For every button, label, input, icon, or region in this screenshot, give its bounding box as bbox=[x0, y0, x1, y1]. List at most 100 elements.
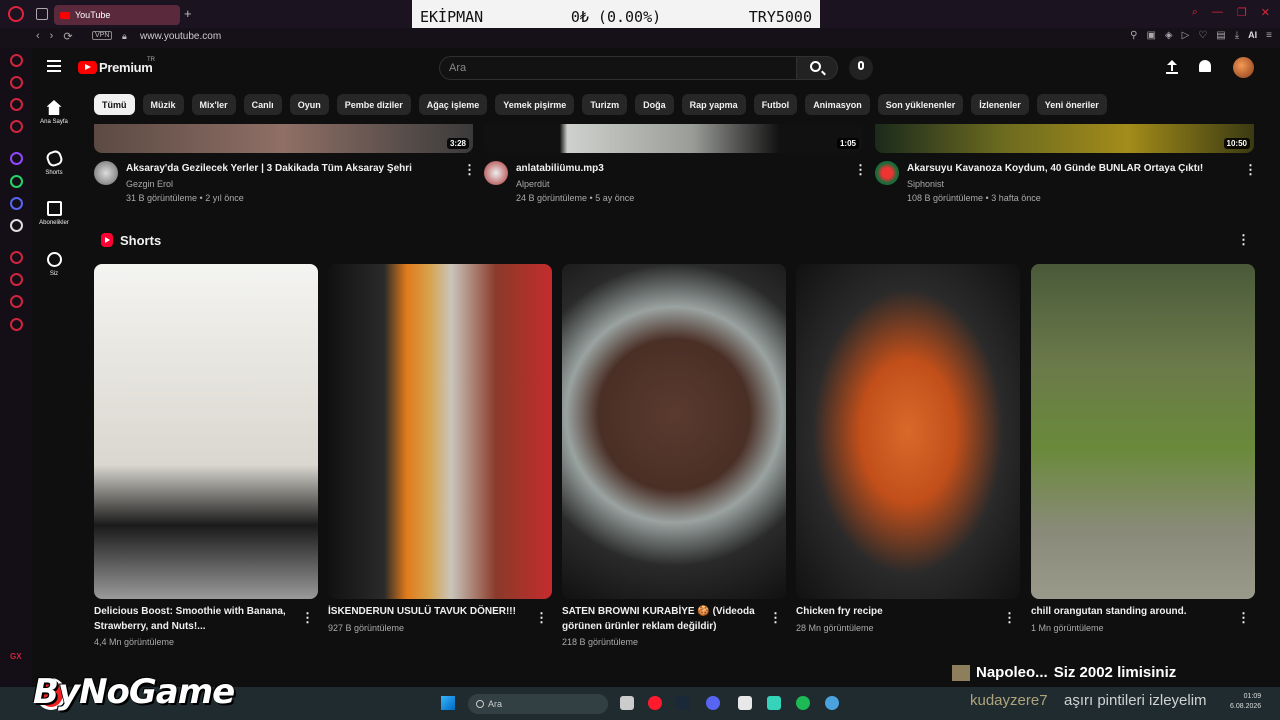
music-icon[interactable] bbox=[10, 251, 23, 264]
gx-corner-icon[interactable] bbox=[10, 120, 23, 133]
chip-oyun[interactable]: Oyun bbox=[289, 94, 329, 115]
chip-pembe-diziler[interactable]: Pembe diziler bbox=[336, 94, 411, 115]
app-icon[interactable] bbox=[738, 696, 752, 710]
avatar[interactable] bbox=[1233, 57, 1254, 78]
short-title[interactable]: Chicken fry recipe bbox=[796, 604, 996, 619]
lock-icon[interactable]: 🔒︎ bbox=[122, 31, 127, 42]
hamburger-menu-icon[interactable] bbox=[47, 60, 61, 72]
chip-rap-yapma[interactable]: Rap yapma bbox=[681, 94, 746, 115]
youtube-premium-label[interactable]: Premium bbox=[99, 60, 153, 75]
spotify-icon[interactable] bbox=[796, 696, 810, 710]
channel-avatar[interactable] bbox=[94, 161, 118, 185]
channel-avatar[interactable] bbox=[875, 161, 899, 185]
short-title[interactable]: Delicious Boost: Smoothie with Banana, S… bbox=[94, 604, 294, 634]
more-options-icon[interactable] bbox=[1244, 162, 1257, 178]
download-icon[interactable]: ⤓ bbox=[1235, 30, 1239, 41]
short-thumbnail[interactable] bbox=[796, 264, 1020, 599]
speed-dial-icon[interactable] bbox=[10, 54, 23, 67]
new-tab-button[interactable]: + bbox=[184, 6, 192, 21]
close-button[interactable]: ✕ bbox=[1261, 6, 1270, 19]
wallet-icon[interactable]: ▣ bbox=[1146, 30, 1155, 41]
back-button[interactable]: ‹ bbox=[36, 30, 40, 43]
heart-icon[interactable]: ♡ bbox=[1198, 30, 1207, 41]
taskbar-search-input[interactable]: Ara bbox=[468, 694, 608, 714]
shield-icon[interactable]: ◈ bbox=[1165, 30, 1173, 41]
shorts-more-icon[interactable] bbox=[1237, 232, 1250, 248]
microphone-icon[interactable] bbox=[858, 61, 864, 70]
taskbar-clock[interactable]: 01:09 6.08.2026 bbox=[1230, 692, 1261, 712]
chip-mixler[interactable]: Mix'ler bbox=[191, 94, 236, 115]
channel-name[interactable]: Alperdüt bbox=[516, 179, 550, 189]
discord-icon[interactable] bbox=[10, 197, 23, 210]
chip-agac-isleme[interactable]: Ağaç işleme bbox=[418, 94, 488, 115]
chip-muzik[interactable]: Müzik bbox=[142, 94, 184, 115]
extensions-icon[interactable] bbox=[10, 295, 23, 308]
short-thumbnail[interactable] bbox=[94, 264, 318, 599]
settings-icon[interactable] bbox=[10, 318, 23, 331]
chip-tumu[interactable]: Tümü bbox=[94, 94, 135, 115]
more-options-icon[interactable] bbox=[463, 162, 476, 178]
chip-izlenenler[interactable]: İzlenenler bbox=[971, 94, 1029, 115]
upload-icon[interactable] bbox=[1166, 60, 1178, 74]
more-options-icon[interactable] bbox=[1003, 610, 1016, 626]
channel-name[interactable]: Siphonist bbox=[907, 179, 944, 189]
cleaner-icon[interactable] bbox=[10, 98, 23, 111]
video-thumbnail[interactable]: 10:50 bbox=[875, 124, 1254, 153]
steam-icon[interactable] bbox=[676, 696, 690, 710]
chip-son-yuklenenler[interactable]: Son yüklenenler bbox=[877, 94, 964, 115]
profile-icon[interactable]: ▤ bbox=[1216, 30, 1225, 41]
discord-app-icon[interactable] bbox=[706, 696, 720, 710]
x-icon[interactable] bbox=[10, 219, 23, 232]
menu-icon[interactable]: ≡ bbox=[1266, 30, 1272, 41]
pin-icon[interactable]: ⚲ bbox=[1130, 30, 1137, 41]
network-app-icon[interactable] bbox=[825, 696, 839, 710]
url-field[interactable]: www.youtube.com bbox=[140, 31, 221, 42]
minimize-button[interactable]: — bbox=[1212, 6, 1223, 19]
twitch-icon[interactable] bbox=[10, 152, 23, 165]
video-thumbnail[interactable]: 1:05 bbox=[484, 124, 863, 153]
ai-button[interactable]: AI bbox=[1248, 30, 1257, 41]
short-thumbnail[interactable] bbox=[1031, 264, 1255, 599]
opera-logo-icon[interactable] bbox=[8, 6, 24, 22]
file-explorer-icon[interactable] bbox=[620, 696, 634, 710]
video-title[interactable]: Akarsuyu Kavanoza Koydum, 40 Günde BUNLA… bbox=[907, 163, 1203, 174]
channel-name[interactable]: Gezgin Erol bbox=[126, 179, 173, 189]
video-title[interactable]: Aksaray'da Gezilecek Yerler | 3 Dakikada… bbox=[126, 163, 412, 174]
more-options-icon[interactable] bbox=[854, 162, 867, 178]
channel-avatar[interactable] bbox=[484, 161, 508, 185]
gx-label[interactable]: GX bbox=[10, 652, 22, 661]
short-title[interactable]: SATEN BROWNI KURABİYE 🍪 (Videoda görünen… bbox=[562, 604, 762, 634]
youtube-logo-icon[interactable] bbox=[78, 61, 97, 74]
short-title[interactable]: İSKENDERUN USULÜ TAVUK DÖNER!!! bbox=[328, 604, 528, 619]
bell-icon[interactable] bbox=[1199, 60, 1211, 72]
vpn-badge[interactable]: VPN bbox=[92, 31, 113, 40]
short-title[interactable]: chill orangutan standing around. bbox=[1031, 604, 1231, 619]
search-icon[interactable] bbox=[810, 61, 821, 72]
chip-animasyon[interactable]: Animasyon bbox=[805, 94, 870, 115]
chip-turizm[interactable]: Turizm bbox=[582, 94, 628, 115]
windows-start-icon[interactable] bbox=[441, 696, 455, 710]
play-icon[interactable]: ▷ bbox=[1182, 30, 1190, 41]
video-title[interactable]: anlatabiliümu.mp3 bbox=[516, 163, 604, 174]
search-input[interactable]: Ara bbox=[449, 62, 466, 74]
nav-home[interactable]: Ana Sayfa bbox=[32, 100, 76, 125]
more-options-icon[interactable] bbox=[535, 610, 548, 626]
kick-icon[interactable] bbox=[767, 696, 781, 710]
chip-yeni-oneriler[interactable]: Yeni öneriler bbox=[1036, 94, 1107, 115]
browser-tab-youtube[interactable]: YouTube bbox=[54, 5, 180, 25]
opera-gx-icon[interactable] bbox=[648, 696, 662, 710]
whatsapp-icon[interactable] bbox=[10, 175, 23, 188]
video-thumbnail[interactable]: 3:28 bbox=[94, 124, 473, 153]
maximize-button[interactable]: ❐ bbox=[1237, 6, 1247, 19]
chip-doga[interactable]: Doğa bbox=[635, 94, 674, 115]
chip-yemek-pisirme[interactable]: Yemek pişirme bbox=[495, 94, 575, 115]
short-thumbnail[interactable] bbox=[328, 264, 552, 599]
more-options-icon[interactable] bbox=[769, 610, 782, 626]
more-options-icon[interactable] bbox=[301, 610, 314, 626]
nav-you[interactable]: Siz bbox=[32, 252, 76, 277]
more-options-icon[interactable] bbox=[1237, 610, 1250, 626]
bag-icon[interactable] bbox=[10, 76, 23, 89]
history-icon[interactable] bbox=[10, 273, 23, 286]
short-thumbnail[interactable] bbox=[562, 264, 786, 599]
window-search-icon[interactable]: ⌕ bbox=[1192, 6, 1198, 19]
